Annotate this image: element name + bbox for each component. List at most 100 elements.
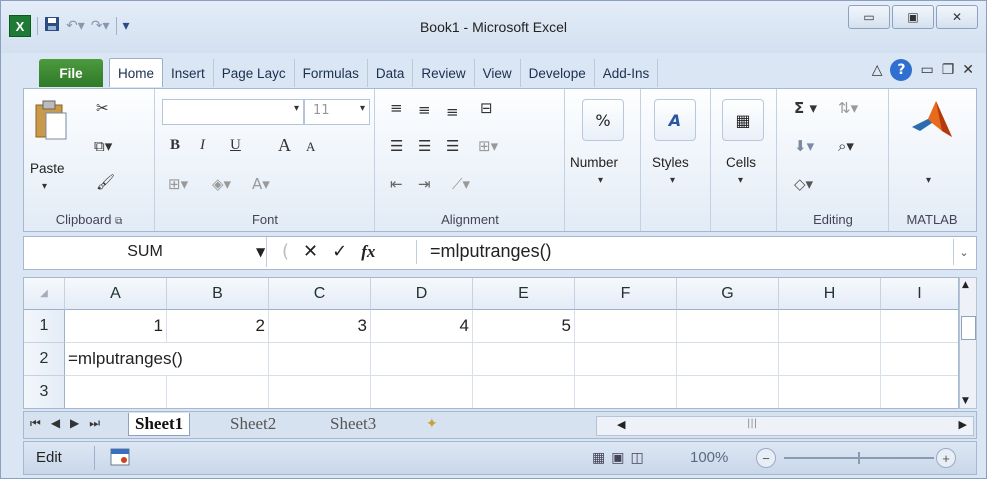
sheet-tab-2[interactable]: Sheet2: [230, 413, 276, 435]
cancel-icon[interactable]: ✕: [303, 241, 318, 262]
cell-e1[interactable]: 5: [473, 310, 575, 343]
cells-icon[interactable]: ▦: [722, 99, 764, 141]
expand-formula-bar-icon[interactable]: ⌄: [953, 239, 974, 265]
align-left-icon[interactable]: ☰: [390, 137, 403, 155]
name-box-dropdown-icon[interactable]: ▼: [256, 245, 265, 259]
zoom-slider-thumb[interactable]: [858, 452, 860, 464]
scroll-down-icon[interactable]: ▼: [962, 396, 969, 406]
cell-a2[interactable]: =mlputranges(): [65, 343, 183, 376]
workbook-minimize-icon[interactable]: ▭: [920, 62, 933, 78]
matlab-logo-icon[interactable]: [908, 97, 956, 149]
formula-input[interactable]: =mlputranges(): [430, 241, 552, 262]
cell-d3[interactable]: [371, 376, 473, 408]
column-header-g[interactable]: G: [677, 278, 779, 310]
align-middle-icon[interactable]: ≡: [418, 101, 431, 119]
cell-i3[interactable]: [881, 376, 958, 408]
cell-g1[interactable]: [677, 310, 779, 343]
zoom-level[interactable]: 100%: [690, 449, 728, 466]
cell-e2[interactable]: [473, 343, 575, 376]
orientation-icon[interactable]: ⟋▾: [452, 175, 470, 193]
enter-icon[interactable]: ✓: [332, 241, 347, 262]
help-icon[interactable]: ?: [890, 59, 913, 81]
page-layout-view-icon[interactable]: ▣: [611, 449, 624, 466]
align-top-icon[interactable]: ≡: [390, 99, 403, 117]
column-header-e[interactable]: E: [473, 278, 575, 310]
name-box[interactable]: SUM: [24, 237, 267, 267]
tab-page-layout[interactable]: Page Layc: [214, 59, 295, 87]
paste-dropdown-icon[interactable]: ▾: [42, 181, 47, 192]
paste-icon[interactable]: [34, 99, 68, 145]
bold-button[interactable]: B: [170, 137, 180, 154]
cell-d2[interactable]: [371, 343, 473, 376]
font-name-box[interactable]: ▾: [162, 99, 304, 125]
column-header-b[interactable]: B: [167, 278, 269, 310]
row-header-3[interactable]: 3: [24, 376, 65, 408]
cells-dropdown-icon[interactable]: ▾: [738, 175, 743, 186]
fill-color-icon[interactable]: ◈▾: [212, 175, 231, 193]
styles-button-label[interactable]: Styles: [652, 155, 689, 170]
format-painter-icon[interactable]: 🖌: [96, 173, 115, 191]
restore-button[interactable]: ▣: [892, 5, 934, 29]
tab-formulas[interactable]: Formulas: [295, 59, 368, 87]
cell-g2[interactable]: [677, 343, 779, 376]
minimize-button[interactable]: ▭: [848, 5, 890, 29]
scroll-up-icon[interactable]: ▲: [962, 280, 969, 290]
cell-i2[interactable]: [881, 343, 958, 376]
workbook-close-icon[interactable]: ✕: [962, 62, 974, 78]
tab-review[interactable]: Review: [413, 59, 475, 87]
tab-file[interactable]: File: [39, 59, 103, 87]
column-header-d[interactable]: D: [371, 278, 473, 310]
underline-button[interactable]: U: [230, 137, 241, 154]
clear-icon[interactable]: ◇▾: [794, 175, 813, 193]
find-select-icon[interactable]: ⌕▾: [838, 137, 854, 155]
cells-button-label[interactable]: Cells: [726, 155, 756, 170]
column-header-h[interactable]: H: [779, 278, 881, 310]
horizontal-scrollbar[interactable]: ◀ ||| ▶: [596, 416, 974, 436]
tab-view[interactable]: View: [475, 59, 521, 87]
zoom-out-button[interactable]: −: [756, 448, 776, 468]
prev-sheet-icon[interactable]: ◀: [51, 416, 60, 431]
number-dropdown-icon[interactable]: ▾: [598, 175, 603, 186]
cell-c1[interactable]: 3: [269, 310, 371, 343]
next-sheet-icon[interactable]: ▶: [70, 416, 79, 431]
scroll-thumb[interactable]: [961, 316, 976, 340]
copy-icon[interactable]: ⧉▾: [94, 137, 112, 155]
cell-h2[interactable]: [779, 343, 881, 376]
decrease-indent-icon[interactable]: ⇤: [390, 175, 403, 193]
align-bottom-icon[interactable]: ≡: [446, 103, 459, 121]
cell-c3[interactable]: [269, 376, 371, 408]
column-header-i[interactable]: I: [881, 278, 958, 310]
tab-insert[interactable]: Insert: [163, 59, 214, 87]
cell-b3[interactable]: [167, 376, 269, 408]
column-header-c[interactable]: C: [269, 278, 371, 310]
insert-function-icon[interactable]: fx: [361, 242, 375, 262]
scroll-grip-icon[interactable]: |||: [747, 418, 757, 429]
cell-c2[interactable]: [269, 343, 371, 376]
cell-d1[interactable]: 4: [371, 310, 473, 343]
cell-b1[interactable]: 2: [167, 310, 269, 343]
styles-dropdown-icon[interactable]: ▾: [670, 175, 675, 186]
borders-icon[interactable]: ⊞▾: [168, 175, 188, 193]
font-color-icon[interactable]: A▾: [252, 175, 270, 193]
insert-sheet-icon[interactable]: ✦: [426, 413, 438, 435]
cell-g3[interactable]: [677, 376, 779, 408]
cell-f2[interactable]: [575, 343, 677, 376]
align-center-icon[interactable]: ☰: [418, 137, 431, 155]
page-break-view-icon[interactable]: ◫: [630, 449, 643, 466]
select-all-corner[interactable]: ◢: [24, 278, 65, 310]
font-size-box[interactable]: 11 ▾: [304, 99, 370, 125]
close-button[interactable]: ✕: [936, 5, 978, 29]
cell-i1[interactable]: [881, 310, 958, 343]
increase-indent-icon[interactable]: ⇥: [418, 175, 431, 193]
minimize-ribbon-icon[interactable]: △: [872, 62, 883, 78]
number-format-icon[interactable]: %: [582, 99, 624, 141]
sheet-tab-1[interactable]: Sheet1: [128, 413, 191, 436]
number-button-label[interactable]: Number: [570, 155, 618, 170]
shrink-font-button[interactable]: A: [306, 139, 315, 155]
autosum-icon[interactable]: Σ ▾: [794, 99, 817, 117]
last-sheet-icon[interactable]: ⏭: [89, 416, 100, 431]
paste-label[interactable]: Paste: [30, 161, 65, 176]
zoom-in-button[interactable]: +: [936, 448, 956, 468]
scroll-right-icon[interactable]: ▶: [959, 418, 967, 431]
tab-developer[interactable]: Develope: [521, 59, 595, 87]
